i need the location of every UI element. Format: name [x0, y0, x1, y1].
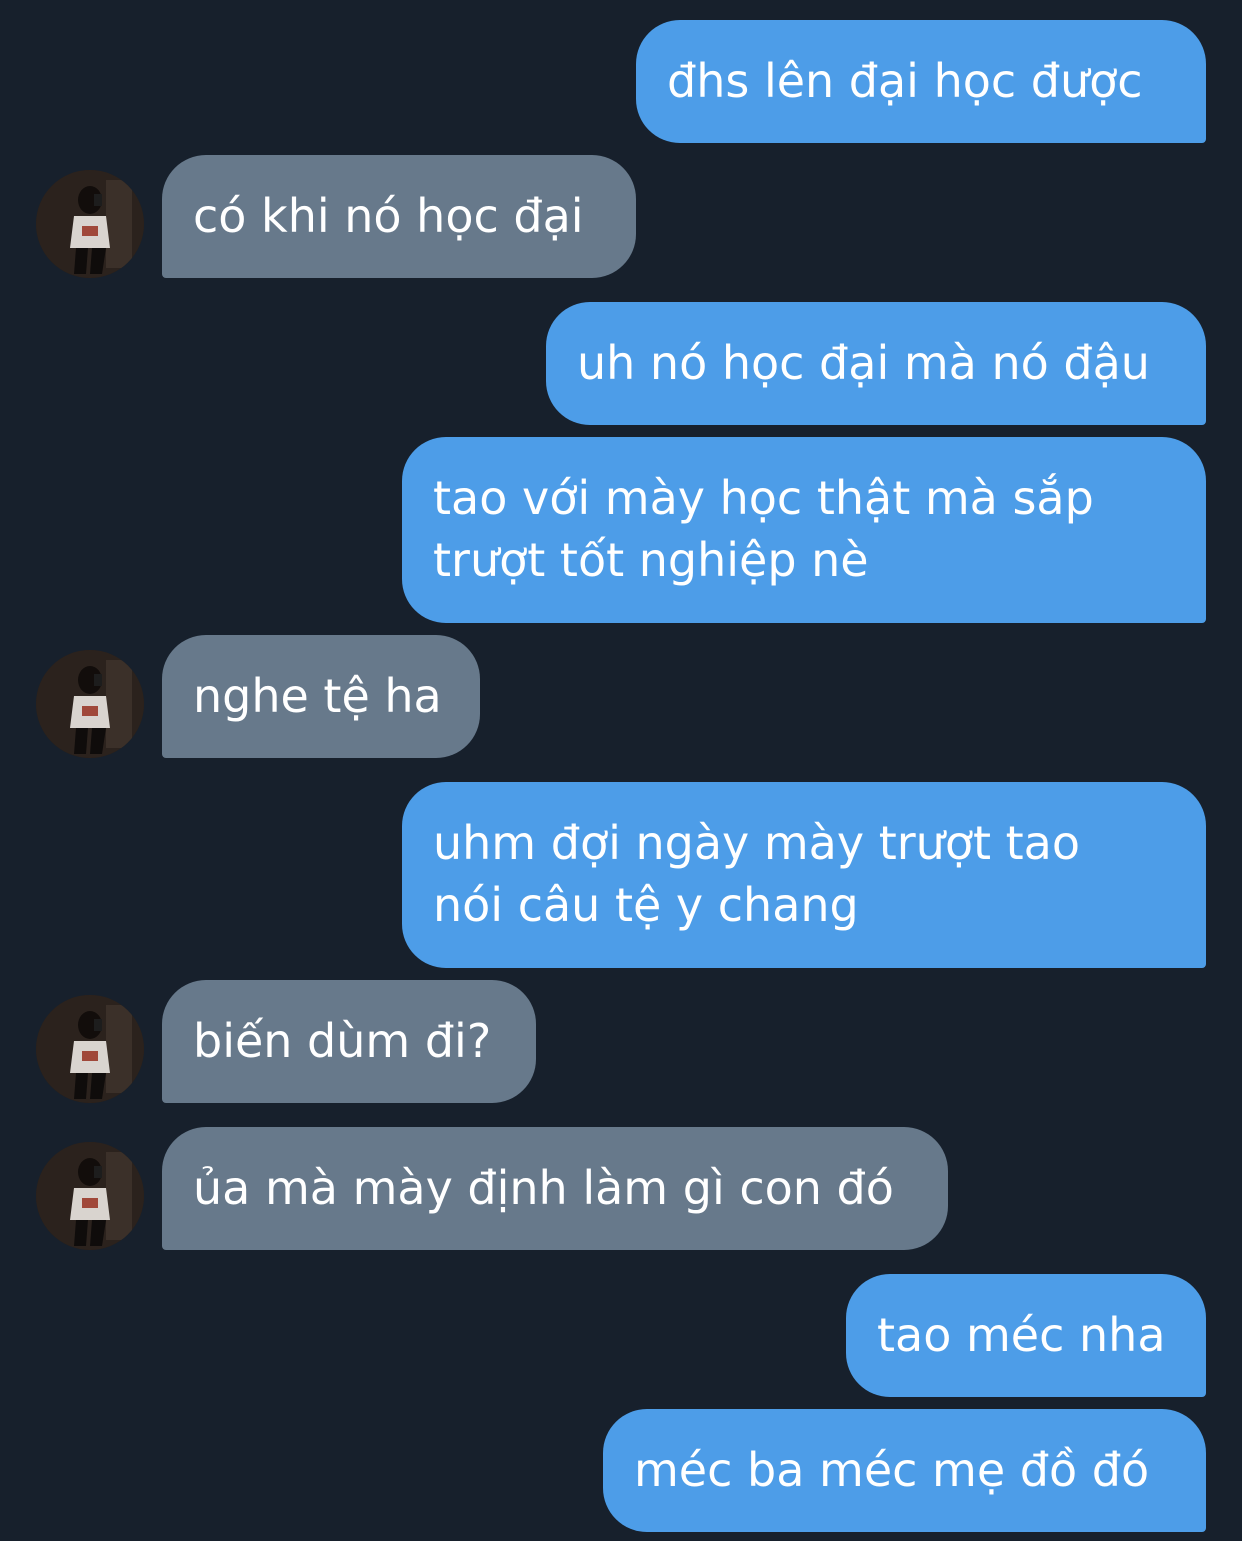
chat-thread: đhs lên đại học được có khi nó học đại u…: [0, 0, 1242, 1541]
avatar-photo-icon: [36, 995, 144, 1103]
outgoing-message-bubble[interactable]: đhs lên đại học được: [636, 20, 1206, 143]
avatar-photo-icon: [36, 1142, 144, 1250]
incoming-message-bubble[interactable]: ủa mà mày định làm gì con đó: [162, 1127, 948, 1250]
contact-avatar[interactable]: [36, 650, 144, 758]
outgoing-message-bubble[interactable]: uhm đợi ngày mày trượt tao nói câu tệ y …: [402, 782, 1206, 968]
contact-avatar[interactable]: [36, 995, 144, 1103]
incoming-message-bubble[interactable]: có khi nó học đại: [162, 155, 636, 278]
outgoing-message-bubble[interactable]: méc ba méc mẹ đồ đó: [603, 1409, 1206, 1532]
contact-avatar[interactable]: [36, 1142, 144, 1250]
outgoing-message-bubble[interactable]: tao với mày học thật mà sắp trượt tốt ng…: [402, 437, 1206, 623]
contact-avatar[interactable]: [36, 170, 144, 278]
incoming-message-bubble[interactable]: biến dùm đi?: [162, 980, 536, 1103]
avatar-photo-icon: [36, 650, 144, 758]
outgoing-message-bubble[interactable]: tao méc nha: [846, 1274, 1206, 1397]
outgoing-message-bubble[interactable]: uh nó học đại mà nó đậu: [546, 302, 1206, 425]
avatar-photo-icon: [36, 170, 144, 278]
incoming-message-bubble[interactable]: nghe tệ ha: [162, 635, 480, 758]
